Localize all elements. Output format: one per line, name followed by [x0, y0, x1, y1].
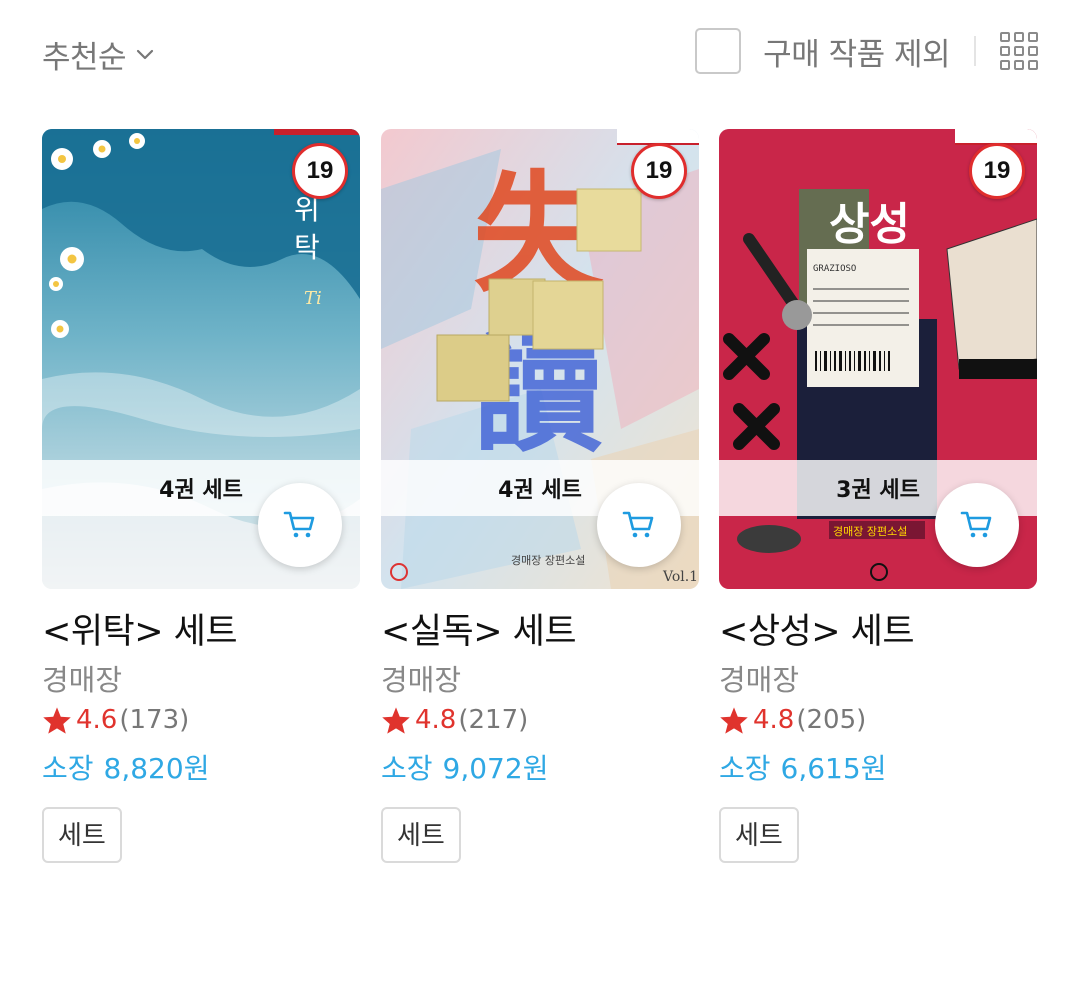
- book-author[interactable]: 경매장: [42, 657, 360, 697]
- set-tag: 세트: [381, 807, 461, 863]
- grid-view-icon[interactable]: [1000, 32, 1038, 70]
- svg-text:경매장 장편소설: 경매장 장편소설: [511, 554, 585, 567]
- exclude-purchased-checkbox[interactable]: [695, 28, 742, 74]
- cart-icon: [283, 511, 315, 538]
- star-icon: [382, 706, 410, 734]
- age-19-badge: 19: [292, 143, 348, 199]
- price-amount: 8,820원: [103, 752, 210, 785]
- svg-text:GRAZIOSO: GRAZIOSO: [813, 264, 856, 274]
- book-cover[interactable]: 失 讀 경매장 장편소설 Vol.1 19 4권 세트: [381, 129, 699, 589]
- price-amount: 9,072원: [442, 752, 549, 785]
- toolbar-divider: [974, 36, 976, 66]
- rating-score: 4.8: [753, 705, 795, 735]
- svg-text:Vol.1: Vol.1: [662, 569, 698, 585]
- set-tag: 세트: [719, 807, 799, 863]
- review-count: (205): [796, 705, 867, 735]
- book-cover[interactable]: 상성 GRAZIOSO 경매장 장편소설 19 3권 세트: [719, 129, 1037, 589]
- book-author[interactable]: 경매장: [719, 657, 1037, 697]
- sort-label: 추천순: [42, 40, 127, 76]
- book-card[interactable]: 상성 GRAZIOSO 경매장 장편소설 19 3권 세트 <상성> 세트 경매…: [719, 129, 1037, 863]
- book-rating: 4.8 (217): [381, 703, 699, 737]
- rating-score: 4.8: [415, 705, 457, 735]
- book-cover[interactable]: 위 탁 Ti 19 4권 세트: [42, 129, 360, 589]
- book-rating: 4.8 (205): [719, 703, 1037, 737]
- age-19-badge: 19: [969, 143, 1025, 199]
- review-count: (173): [119, 705, 190, 735]
- price-prefix: 소장: [381, 752, 433, 785]
- book-title[interactable]: <위탁> 세트: [42, 603, 360, 652]
- add-to-cart-button[interactable]: [597, 483, 681, 567]
- book-title[interactable]: <실독> 세트: [381, 603, 699, 652]
- svg-text:탁: 탁: [294, 231, 320, 264]
- rating-score: 4.6: [76, 705, 118, 735]
- book-title[interactable]: <상성> 세트: [719, 603, 1037, 652]
- svg-text:경매장 장편소설: 경매장 장편소설: [833, 525, 907, 538]
- price-prefix: 소장: [42, 752, 94, 785]
- cart-icon: [622, 511, 654, 538]
- book-author[interactable]: 경매장: [381, 657, 699, 697]
- star-icon: [43, 706, 71, 734]
- chevron-down-icon: [136, 49, 154, 61]
- review-count: (217): [458, 705, 529, 735]
- cart-icon: [960, 511, 992, 538]
- age-19-badge: 19: [631, 143, 687, 199]
- exclude-purchased-label[interactable]: 구매 작품 제외: [763, 29, 950, 74]
- set-tag: 세트: [42, 807, 122, 863]
- star-icon: [720, 706, 748, 734]
- svg-text:상성: 상성: [829, 199, 910, 250]
- add-to-cart-button[interactable]: [258, 483, 342, 567]
- book-rating: 4.6 (173): [42, 703, 360, 737]
- add-to-cart-button[interactable]: [935, 483, 1019, 567]
- price-prefix: 소장: [719, 752, 771, 785]
- book-price: 소장 8,820원: [42, 747, 360, 785]
- price-amount: 6,615원: [780, 752, 887, 785]
- book-card[interactable]: 失 讀 경매장 장편소설 Vol.1 19 4권 세트 <실독> 세트 경매장 …: [381, 129, 699, 863]
- filter-bar: 구매 작품 제외: [695, 28, 1038, 74]
- book-price: 소장 9,072원: [381, 747, 699, 785]
- sort-dropdown[interactable]: 추천순: [42, 32, 154, 77]
- svg-text:Ti: Ti: [304, 288, 322, 309]
- book-card[interactable]: 위 탁 Ti 19 4권 세트 <위탁> 세트 경매장 4.6 (173) 소장…: [42, 129, 360, 863]
- book-price: 소장 6,615원: [719, 747, 1037, 785]
